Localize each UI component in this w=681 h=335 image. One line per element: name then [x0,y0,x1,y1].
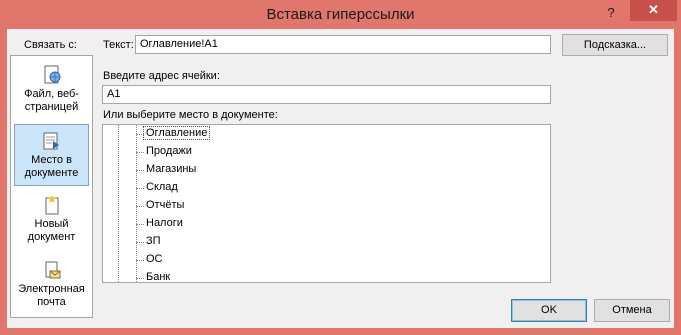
title-bar: Вставка гиперссылки ? ✕ [0,0,681,29]
tree-item-sheet[interactable]: Продажи [146,145,192,157]
ok-button[interactable]: OK [511,299,587,322]
window-frame-left [0,29,7,335]
new-document-icon [45,195,58,215]
link-to-new-document-label-1: Новый [34,218,69,230]
link-to-email-label-2: почта [37,296,66,308]
document-place-label: Или выберите место в документе: [103,109,278,121]
tree-item-sheet[interactable]: ЗП [146,235,161,247]
dialog-title: Вставка гиперссылки [266,6,415,23]
link-to-web-page-label-2: страницей [24,101,79,113]
screentip-button[interactable]: Подсказка... [562,34,668,56]
tree-connector [136,152,144,153]
tree-connector [136,206,144,207]
link-to-new-document[interactable]: Новый документ [14,189,89,251]
cell-reference-input[interactable]: A1 [102,85,551,104]
link-to-place-label-1: Место в [31,154,72,166]
email-icon [45,261,60,279]
link-to-label: Связать с: [24,39,77,51]
tree-root-line [118,125,119,282]
link-to-web-page-label-1: Файл, веб- [24,88,79,100]
tree-item-sheet[interactable]: Оглавление [142,126,211,140]
tree-item-sheet[interactable]: Отчёты [146,199,184,211]
link-to-email[interactable]: Электронная почта [14,254,89,316]
cancel-button[interactable]: Отмена [594,299,670,322]
link-to-place-label-2: документе [24,167,79,179]
help-button[interactable]: ? [600,3,622,23]
tree-item-sheet[interactable]: ОС [146,253,163,265]
tree-connector [136,260,144,261]
link-to-place-in-document[interactable]: Место в документе [14,124,89,186]
tree-item-sheet[interactable]: Магазины [146,163,196,175]
close-button[interactable]: ✕ [630,0,677,21]
tree-item-sheet[interactable]: Налоги [146,217,183,229]
window-frame-bottom [0,328,681,335]
link-to-email-label-1: Электронная [18,283,85,295]
tree-connector [136,242,144,243]
tree-item-sheet[interactable]: Склад [146,181,178,193]
window-frame-right [674,29,681,335]
text-to-display-input[interactable]: Оглавление!A1 [135,35,551,54]
tree-item-sheet[interactable]: Банк [146,271,170,282]
link-to-new-document-label-2: документ [27,231,76,243]
tree-connector [136,134,144,135]
tree-connector [136,170,144,171]
document-place-tree[interactable]: Оглавление Продажи Магазины Склад Отчёты… [102,124,551,283]
tree-connector [136,188,144,189]
place-in-document-icon [43,132,59,150]
link-to-web-page[interactable]: Файл, веб- страницей [14,59,89,121]
tree-connector [136,278,144,279]
cell-reference-label: Введите адрес ячейки: [103,70,220,82]
link-to-panel: Файл, веб- страницей Место в документе Н… [10,55,93,318]
text-to-display-label: Текст: [103,39,134,51]
web-page-icon [44,65,60,84]
tree-connector [136,224,144,225]
